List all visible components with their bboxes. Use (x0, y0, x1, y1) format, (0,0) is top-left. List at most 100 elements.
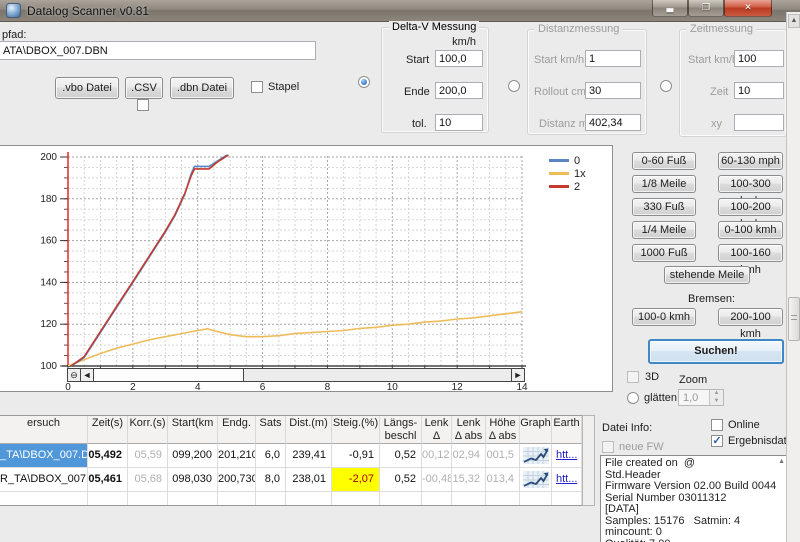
column-header[interactable]: Längs- beschl (380, 416, 422, 444)
chart-zoom-out-icon[interactable]: ⊖ (68, 369, 81, 381)
table-cell: 8,0 (256, 468, 286, 492)
zoom-spin-down-icon[interactable]: ▼ (710, 398, 723, 406)
column-header[interactable]: Graph (520, 416, 552, 444)
table-cell: 6,0 (256, 444, 286, 468)
graph-icon[interactable] (523, 471, 549, 488)
column-header[interactable]: Earth (552, 416, 582, 444)
table-cell: 05,59 (128, 444, 168, 468)
deltav-tol-label: tol. (412, 118, 427, 130)
zeit-zeit-input[interactable] (734, 82, 784, 99)
table-cell: 15,32 (452, 468, 486, 492)
deltav-mode-radio[interactable] (358, 76, 370, 88)
vbo-datei-button[interactable]: .vbo Datei (55, 77, 119, 99)
column-header[interactable]: Korr.(s) (128, 416, 168, 444)
path-input[interactable] (0, 41, 316, 60)
btn-100-200-kmh[interactable]: 100-200 kmh (718, 198, 783, 216)
zeit-mode-radio[interactable] (660, 80, 672, 92)
datei-info-label: Datei Info: (602, 422, 652, 434)
table-scrollbar[interactable] (582, 415, 595, 506)
stapel-label: Stapel (268, 81, 299, 93)
distanz-start-input[interactable] (585, 50, 641, 67)
btn-0-60-fuss[interactable]: 0-60 Fuß (632, 152, 696, 170)
table-cell: 001,5 (486, 444, 520, 468)
3d-checkbox[interactable] (627, 371, 639, 383)
table-cell (0, 492, 88, 506)
btn-330-fuss[interactable]: 330 Fuß (632, 198, 696, 216)
table-cell: 200,730 (218, 468, 256, 492)
table-cell (520, 444, 552, 468)
neue-fw-checkbox[interactable] (602, 441, 614, 453)
scroll-up-icon[interactable]: ▲ (788, 14, 800, 28)
legend-label: 2 (574, 181, 580, 193)
deltav-start-input[interactable] (435, 50, 483, 67)
table-cell: 239,41 (286, 444, 332, 468)
distanz-mode-radio[interactable] (508, 80, 520, 92)
extra-checkbox[interactable] (137, 99, 149, 111)
file-info-scroll-icon[interactable]: ▲ (778, 458, 785, 465)
column-header[interactable]: Start(km (168, 416, 218, 444)
svg-text:200: 200 (40, 152, 57, 163)
btn-1000-fuss[interactable]: 1000 Fuß (632, 244, 696, 262)
earth-link[interactable]: htt... (556, 449, 577, 461)
window-scrollbar-thumb[interactable] (788, 297, 800, 341)
online-checkbox[interactable] (711, 419, 723, 431)
btn-200-100-kmh[interactable]: 200-100 kmh (718, 308, 783, 326)
table-row[interactable]: R_TA\DBOX_007.DBN05,46105,68098,030200,7… (0, 468, 594, 492)
glaetten-radio[interactable] (627, 392, 639, 404)
btn-stehende-meile[interactable]: stehende Meile (664, 266, 750, 284)
graph-icon[interactable] (523, 447, 549, 464)
table-cell (332, 492, 380, 506)
ergebnisdatei-checkbox[interactable] (711, 435, 723, 447)
btn-0-100-kmh[interactable]: 0-100 kmh (718, 221, 783, 239)
table-cell: -0,91 (332, 444, 380, 468)
zeit-xy-input[interactable] (734, 114, 784, 131)
chart-scrollbar-track[interactable] (244, 369, 511, 381)
file-info-textbox[interactable]: ▲ File created on @Std.HeaderFirmware Ve… (600, 455, 787, 542)
distanz-rollout-input[interactable] (585, 82, 641, 99)
column-header[interactable]: Lenk Δ abs (452, 416, 486, 444)
deltav-ende-input[interactable] (435, 82, 483, 99)
distanz-group-title: Distanzmessung (535, 23, 622, 35)
zeit-start-input[interactable] (734, 50, 784, 67)
btn-100-160-kmh[interactable]: 100-160 kmh (718, 244, 783, 262)
chart-scroll-right-icon[interactable]: ► (511, 369, 524, 381)
file-info-line: File created on @ (605, 458, 782, 470)
distanz-start-label: Start km/h (534, 54, 584, 66)
chart-scroll-left-icon[interactable]: ◄ (81, 369, 94, 381)
suchen-button[interactable]: Suchen! (648, 339, 784, 364)
column-header[interactable]: ersuch (0, 416, 88, 444)
btn-1-8-meile[interactable]: 1/8 Meile (632, 175, 696, 193)
table-cell (256, 492, 286, 506)
window-scrollbar[interactable]: ▲ (786, 12, 800, 542)
column-header[interactable]: Sats (256, 416, 286, 444)
column-header[interactable]: Lenk Δ (422, 416, 452, 444)
window-title: Datalog Scanner v0.81 (27, 4, 149, 18)
column-header[interactable]: Höhe Δ abs (486, 416, 520, 444)
table-row[interactable]: _TA\DBOX_007.DBN05,49205,59099,200201,21… (0, 444, 594, 468)
minimize-button[interactable]: ▃ (652, 0, 688, 17)
legend-item: 1x (549, 167, 586, 180)
btn-1-4-meile[interactable]: 1/4 Meile (632, 221, 696, 239)
stapel-checkbox[interactable] (251, 81, 263, 93)
distanz-distanz-input[interactable] (585, 114, 641, 131)
dbn-datei-button[interactable]: .dbn Datei (170, 77, 234, 99)
chart-scrollbar[interactable]: ⊖ ◄ ► (67, 368, 525, 382)
chart-scrollbar-thumb[interactable] (94, 369, 244, 381)
earth-link[interactable]: htt... (556, 473, 577, 485)
btn-60-130-mph[interactable]: 60-130 mph (718, 152, 783, 170)
csv-button[interactable]: .CSV (125, 77, 163, 99)
zoom-spinner[interactable]: 1,0 ▲ ▼ (678, 389, 724, 406)
column-header[interactable]: Dist.(m) (286, 416, 332, 444)
btn-100-300-kmh[interactable]: 100-300 kmh (718, 175, 783, 193)
maximize-button[interactable]: ❐ (688, 0, 724, 17)
btn-100-0-kmh[interactable]: 100-0 kmh (632, 308, 696, 326)
close-button[interactable]: ✕ (724, 0, 772, 17)
column-header[interactable]: Steig.(%) (332, 416, 380, 444)
zoom-spin-up-icon[interactable]: ▲ (710, 390, 723, 398)
deltav-tol-input[interactable] (435, 114, 483, 131)
deltav-start-label: Start (406, 54, 429, 66)
column-header[interactable]: Zeit(s) (88, 416, 128, 444)
table-cell (520, 468, 552, 492)
column-header[interactable]: Endg. (218, 416, 256, 444)
table-cell (286, 492, 332, 506)
